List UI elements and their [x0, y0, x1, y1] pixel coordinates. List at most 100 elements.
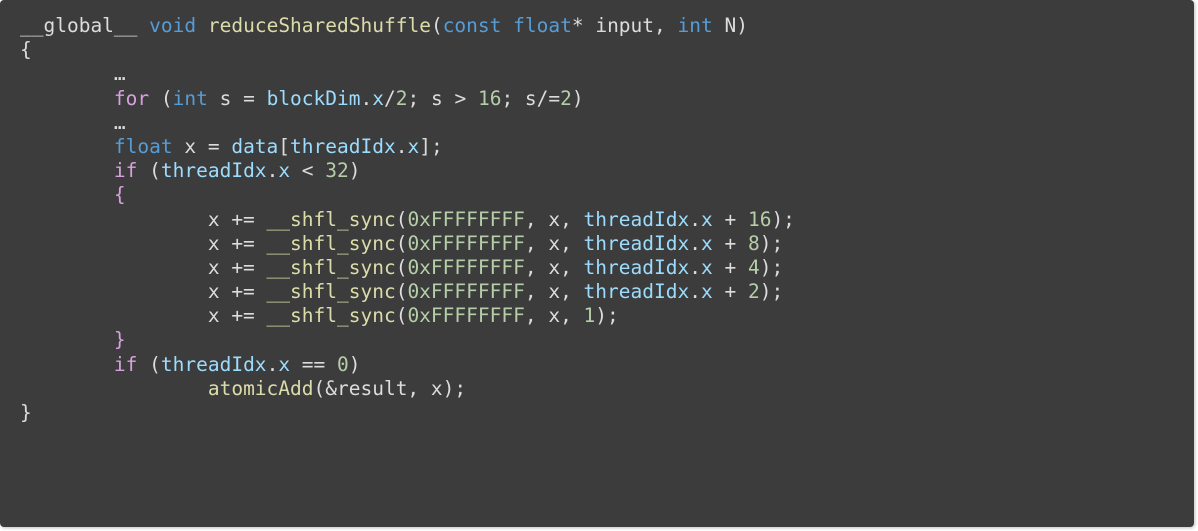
code-token-plain: ( [395, 207, 408, 231]
code-line: x += __shfl_sync(0xFFFFFFFF, x, 1); [20, 304, 1194, 328]
code-line: atomicAdd(&result, x); [20, 377, 1194, 401]
code-token-type: int [172, 86, 208, 110]
code-token-plain: . [266, 159, 279, 183]
code-line: } [20, 328, 1194, 352]
code-token-plain: ); [771, 207, 795, 231]
code-token-plain: ) [348, 352, 361, 376]
code-token-var: threadIdx [160, 159, 267, 183]
code-token-plain: s = [207, 86, 267, 110]
code-line: for (int s = blockDim.x/2; s > 16; s/=2) [20, 87, 1194, 111]
code-token-plain: (&result, x); [313, 376, 467, 400]
code-token-plain: ( [430, 14, 443, 37]
code-token-var: threadIdx [583, 280, 690, 304]
code-token-var: threadIdx [583, 231, 690, 255]
code-token-member: x [372, 86, 384, 110]
code-token-plain: . [360, 86, 373, 110]
code-token-plain: ( [137, 159, 161, 183]
code-token-plain: __global__ [20, 14, 138, 37]
code-token-plain: , x, [524, 207, 584, 231]
code-token-plain: . [689, 207, 701, 231]
code-token-plain: ( [395, 304, 408, 328]
code-token-func: reduceSharedShuffle [207, 14, 431, 37]
code-line: __global__ void reduceSharedShuffle(cons… [20, 14, 1194, 38]
code-token-number: 0xFFFFFFFF [407, 280, 525, 304]
code-line: if (threadIdx.x < 32) [20, 159, 1194, 183]
code-token-plain: ( [395, 280, 408, 304]
code-token-plain: N) [712, 14, 748, 37]
code-panel: __global__ void reduceSharedShuffle(cons… [0, 0, 1194, 527]
code-token-plain: … [113, 62, 126, 86]
code-token-plain: . [395, 134, 408, 158]
code-token-control: if [113, 159, 138, 183]
code-token-plain: ]; [419, 134, 443, 158]
code-token-plain: + [712, 280, 748, 304]
code-token-control: if [113, 352, 138, 376]
code-token-member: x [278, 352, 291, 376]
code-token-plain: , x, [524, 304, 584, 328]
code-token-member: x [278, 159, 291, 183]
code-line: x += __shfl_sync(0xFFFFFFFF, x, threadId… [20, 232, 1194, 256]
code-token-plain: / [384, 86, 396, 110]
code-token-plain: ( [395, 231, 408, 255]
code-token-plain: ); [759, 255, 784, 279]
code-token-plain: * input, [571, 14, 678, 37]
code-token-plain: + [712, 231, 748, 255]
code-token-plain: . [689, 255, 701, 279]
code-line: float x = data[threadIdx.x]; [20, 135, 1194, 159]
code-token-member: x [407, 134, 420, 158]
code-token-number: 0 [337, 352, 349, 376]
code-token-var: threadIdx [583, 207, 690, 231]
code-token-plain: { [20, 38, 32, 62]
code-token-number: 0xFFFFFFFF [407, 255, 525, 279]
code-token-member: x [700, 280, 713, 304]
code-token-plain: ); [595, 304, 619, 328]
code-token-number: 4 [747, 255, 760, 279]
code-line: } [20, 401, 1194, 425]
code-token-plain: + [712, 255, 748, 279]
code-line: if (threadIdx.x == 0) [20, 353, 1194, 377]
code-line: … [20, 62, 1194, 86]
code-token-member: x [700, 231, 713, 255]
code-token-plain: < [290, 159, 326, 183]
code-token-type: float [513, 14, 572, 37]
code-token-func: __shfl_sync [266, 280, 396, 304]
code-token-plain: ) [571, 86, 584, 110]
code-token-func: __shfl_sync [266, 255, 396, 279]
code-token-var: data [231, 134, 279, 158]
code-token-type: const [442, 14, 502, 37]
code-block[interactable]: __global__ void reduceSharedShuffle(cons… [20, 14, 1194, 425]
code-token-plain: , x, [524, 255, 584, 279]
code-line: x += __shfl_sync(0xFFFFFFFF, x, threadId… [20, 256, 1194, 280]
code-token-plain: ) [348, 159, 361, 183]
code-token-number: 16 [477, 86, 502, 110]
code-token-plain: ( [395, 255, 408, 279]
code-token-plain: x += [20, 255, 267, 279]
code-token-plain: x += [20, 280, 267, 304]
code-token-number: 16 [747, 207, 772, 231]
code-token-plain: . [689, 280, 701, 304]
code-token-plain: ; s/= [501, 86, 561, 110]
code-line: { [20, 38, 1194, 62]
code-token-number: 8 [747, 231, 760, 255]
code-token-plain: ( [149, 86, 173, 110]
code-line: { [20, 183, 1194, 207]
code-token-type: float [113, 134, 173, 158]
code-token-func: __shfl_sync [266, 304, 396, 328]
code-token-type: void [149, 14, 197, 37]
code-token-plain: [ [278, 134, 291, 158]
code-token-plain: . [689, 231, 701, 255]
code-token-plain: , x, [524, 231, 584, 255]
code-token-control: } [113, 328, 126, 352]
code-token-member: x [700, 255, 713, 279]
code-line: x += __shfl_sync(0xFFFFFFFF, x, threadId… [20, 208, 1194, 232]
code-token-number: 32 [325, 159, 349, 183]
code-token-var: threadIdx [160, 352, 267, 376]
code-token-plain: … [113, 110, 126, 134]
